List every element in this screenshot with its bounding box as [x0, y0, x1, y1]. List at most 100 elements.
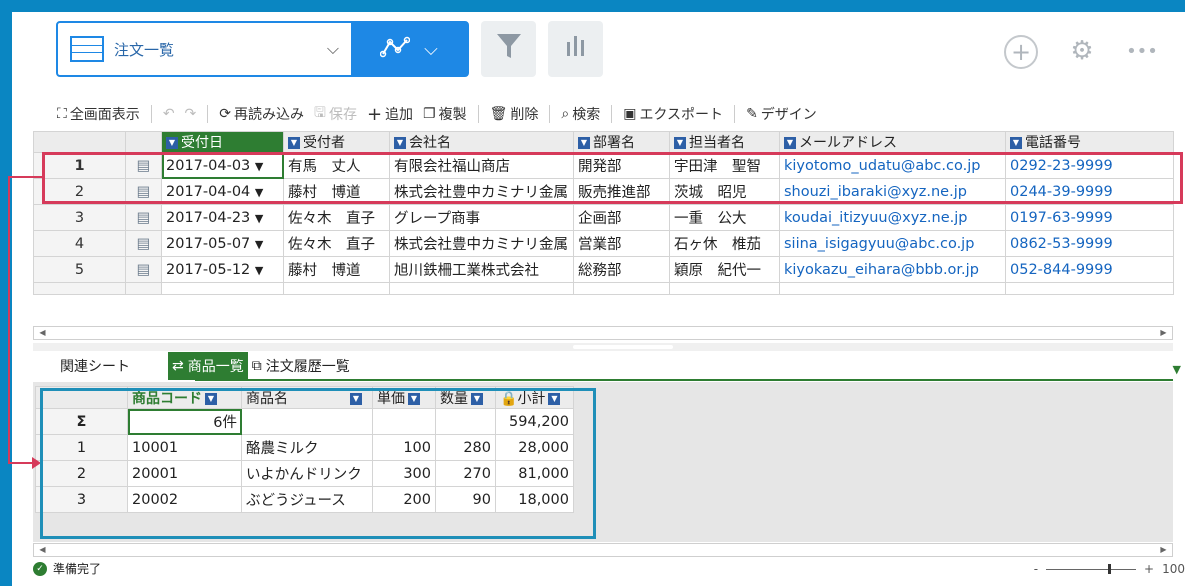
- column-header[interactable]: ▼ 受付日: [161, 131, 284, 153]
- filter-button[interactable]: [481, 21, 536, 77]
- column-header[interactable]: ▼ 担当者名: [669, 131, 780, 153]
- cell[interactable]: [283, 282, 390, 295]
- cell[interactable]: [669, 282, 780, 295]
- company-cell[interactable]: 株式会社豊中カミナリ金属: [389, 230, 574, 257]
- related-sheet-label: 関連シート: [60, 359, 130, 375]
- zoom-slider[interactable]: [1046, 563, 1137, 574]
- export-button[interactable]: ▣ エクスポート: [618, 104, 728, 124]
- save-button[interactable]: 🖫 保存: [309, 102, 362, 126]
- column-header[interactable]: ▼ 部署名: [573, 131, 670, 153]
- duplicate-button[interactable]: ❐ 複製: [418, 104, 472, 124]
- dropdown-arrow-icon[interactable]: ▼: [255, 264, 263, 277]
- column-header[interactable]: ▼ メールアドレス: [779, 131, 1006, 153]
- table-row[interactable]: 5 ▤ 2017-05-12 ▼ 藤村 博道 旭川鉄柵工業株式会社 総務部 穎原…: [33, 256, 1174, 283]
- date-cell[interactable]: 2017-05-12 ▼: [161, 256, 284, 283]
- dept-cell[interactable]: 総務部: [573, 256, 670, 283]
- zoom-in-button[interactable]: +: [1144, 562, 1154, 576]
- gear-icon[interactable]: ⚙: [1066, 35, 1098, 67]
- tab-underline: [195, 379, 1173, 381]
- dropdown-icon[interactable]: ▼: [166, 137, 178, 149]
- cell[interactable]: [389, 282, 574, 295]
- row-number[interactable]: 3: [33, 204, 126, 231]
- view-type-dropdown[interactable]: ⌵: [351, 23, 467, 75]
- document-icon[interactable]: ▤: [125, 256, 162, 283]
- highlight-selected-row: [42, 152, 1183, 204]
- table-row[interactable]: [33, 282, 1174, 295]
- cell[interactable]: [779, 282, 1006, 295]
- phone-cell[interactable]: 0862-53-9999: [1005, 230, 1174, 257]
- dropdown-icon[interactable]: ▼: [674, 137, 686, 149]
- related-sheet-tabs: 関連シート ⇄ 商品一覧 ⧉ 注文履歴一覧: [60, 352, 354, 380]
- scroll-right-icon[interactable]: ▶: [1157, 544, 1170, 556]
- dropdown-arrow-icon[interactable]: ▼: [255, 212, 263, 225]
- table-row[interactable]: 3 ▤ 2017-04-23 ▼ 佐々木 直子 グレープ商事 企画部 一重 公大…: [33, 204, 1174, 231]
- row-number[interactable]: 5: [33, 256, 126, 283]
- row-number[interactable]: 4: [33, 230, 126, 257]
- dropdown-icon[interactable]: ▼: [394, 137, 406, 149]
- company-cell[interactable]: 旭川鉄柵工業株式会社: [389, 256, 574, 283]
- redo-button[interactable]: ↷: [180, 106, 202, 122]
- column-header[interactable]: ▼ 受付者: [283, 131, 390, 153]
- email-cell[interactable]: siina_isigagyuu@abc.co.jp: [779, 230, 1006, 257]
- staff-cell[interactable]: 佐々木 直子: [283, 204, 390, 231]
- view-selector[interactable]: 注文一覧 ⌵ ⌵: [56, 21, 469, 77]
- company-cell[interactable]: グレープ商事: [389, 204, 574, 231]
- collapse-triangle-icon[interactable]: ▼: [1173, 363, 1181, 376]
- tab-order-history[interactable]: ⧉ 注文履歴一覧: [248, 352, 354, 380]
- dropdown-arrow-icon[interactable]: ▼: [255, 238, 263, 251]
- cell[interactable]: [1005, 282, 1174, 295]
- email-cell[interactable]: koudai_itizyuu@xyz.ne.jp: [779, 204, 1006, 231]
- dept-cell[interactable]: 営業部: [573, 230, 670, 257]
- add-icon[interactable]: +: [1004, 35, 1038, 69]
- main-horizontal-scrollbar[interactable]: ◀ ▶: [33, 326, 1173, 340]
- corner-cell[interactable]: [33, 131, 126, 153]
- undo-button[interactable]: ↶: [158, 106, 180, 122]
- staff-cell[interactable]: 藤村 博道: [283, 256, 390, 283]
- dropdown-icon[interactable]: ▼: [784, 137, 796, 149]
- add-button[interactable]: + 追加: [362, 104, 418, 125]
- pane-splitter[interactable]: [33, 343, 1173, 351]
- dropdown-icon[interactable]: ▼: [1010, 137, 1022, 149]
- zoom-out-button[interactable]: -: [1034, 562, 1038, 576]
- person-cell[interactable]: 一重 公大: [669, 204, 780, 231]
- fullscreen-button[interactable]: ⛶ 全画面表示: [52, 104, 145, 124]
- delete-button[interactable]: 🗑 削除: [485, 104, 544, 124]
- search-button[interactable]: ⌕ 検索: [556, 104, 605, 124]
- aggregate-button[interactable]: [548, 21, 603, 77]
- date-cell[interactable]: 2017-04-23 ▼: [161, 204, 284, 231]
- scroll-left-icon[interactable]: ◀: [36, 544, 49, 556]
- more-icon[interactable]: •••: [1126, 35, 1158, 67]
- cell[interactable]: [161, 282, 284, 295]
- scroll-right-icon[interactable]: ▶: [1157, 327, 1170, 339]
- row-number[interactable]: [33, 282, 126, 295]
- person-cell[interactable]: 穎原 紀代一: [669, 256, 780, 283]
- email-cell[interactable]: kiyokazu_eihara@bbb.or.jp: [779, 256, 1006, 283]
- staff-cell[interactable]: 佐々木 直子: [283, 230, 390, 257]
- scroll-left-icon[interactable]: ◀: [36, 327, 49, 339]
- dropdown-icon[interactable]: ▼: [288, 137, 300, 149]
- person-cell[interactable]: 石ヶ休 椎茄: [669, 230, 780, 257]
- dropdown-icon[interactable]: ▼: [578, 137, 590, 149]
- cell[interactable]: [573, 282, 670, 295]
- splitter-handle[interactable]: [573, 345, 673, 349]
- divider: [150, 105, 152, 123]
- design-button[interactable]: ✎ デザイン: [741, 104, 822, 124]
- document-icon[interactable]: ▤: [125, 204, 162, 231]
- sheet-link-icon: ⇄: [172, 358, 184, 374]
- view-name-dropdown[interactable]: 注文一覧 ⌵: [58, 23, 351, 75]
- zoom-thumb[interactable]: [1108, 563, 1112, 574]
- date-cell[interactable]: 2017-05-07 ▼: [161, 230, 284, 257]
- document-icon[interactable]: ▤: [125, 230, 162, 257]
- tab-product-list[interactable]: ⇄ 商品一覧: [168, 352, 248, 380]
- sub-horizontal-scrollbar[interactable]: ◀ ▶: [33, 543, 1173, 557]
- zoom-control: - + 100: [1034, 562, 1185, 576]
- column-header[interactable]: ▼ 会社名: [389, 131, 574, 153]
- sheet-link-icon: ⧉: [251, 358, 262, 374]
- dept-cell[interactable]: 企画部: [573, 204, 670, 231]
- document-icon[interactable]: [125, 282, 162, 295]
- phone-cell[interactable]: 0197-63-9999: [1005, 204, 1174, 231]
- column-header[interactable]: ▼ 電話番号: [1005, 131, 1174, 153]
- reload-button[interactable]: ⟳ 再読み込み: [214, 104, 309, 124]
- table-row[interactable]: 4 ▤ 2017-05-07 ▼ 佐々木 直子 株式会社豊中カミナリ金属 営業部…: [33, 230, 1174, 257]
- phone-cell[interactable]: 052-844-9999: [1005, 256, 1174, 283]
